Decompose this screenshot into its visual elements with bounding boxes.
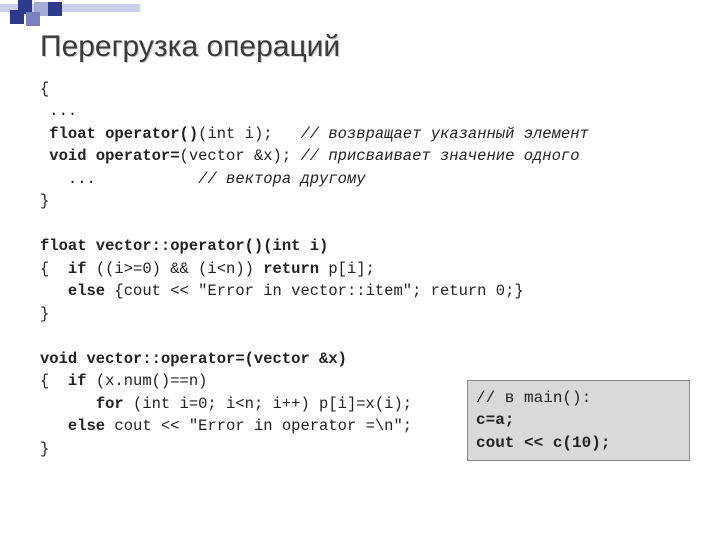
code-text: ... [40, 170, 198, 188]
code-bold: float vector::operator()(int i) [40, 237, 328, 255]
decorative-corner [0, 0, 200, 30]
code-bold: float operator() [40, 125, 198, 143]
code-keyword: else [68, 282, 105, 300]
code-text: (int i=0; i<n; i++) p[i]=x(i); [124, 395, 412, 413]
code-text: cout << "Error in operator =\n"; [105, 417, 412, 435]
code-text [40, 417, 68, 435]
code-comment: // вектора другому [198, 170, 365, 188]
code-keyword: else [68, 417, 105, 435]
code-text: ((i>=0) && (i<n)) [87, 260, 264, 278]
main-example-box: // в main(): c=a; cout << c(10); [467, 380, 690, 461]
code-comment: // возвращает указанный элемент [300, 125, 588, 143]
code-keyword: if [68, 372, 87, 390]
code-line: } [40, 192, 49, 210]
code-text: p[i]; [319, 260, 375, 278]
code-keyword: return [263, 260, 319, 278]
code-bold: void operator= [40, 147, 180, 165]
code-text [40, 282, 68, 300]
code-line: } [40, 440, 49, 458]
code-text: (int i); [198, 125, 300, 143]
code-text: { [40, 260, 68, 278]
code-line: ... [40, 102, 77, 120]
mainbox-bold: c=a; [476, 411, 514, 429]
code-text: (x.num()==n) [87, 372, 208, 390]
code-line: { [40, 80, 49, 98]
code-keyword: for [96, 395, 124, 413]
code-text [40, 395, 96, 413]
mainbox-comment: // в main(): [476, 389, 591, 407]
code-text: {cout << "Error in vector::item"; return… [105, 282, 524, 300]
code-text: { [40, 372, 68, 390]
code-comment: // присваивает значение одного [300, 147, 579, 165]
code-bold: void vector::operator=(vector &x) [40, 350, 347, 368]
code-text: (vector &x); [180, 147, 301, 165]
slide-title: Перегрузка операций [40, 30, 690, 64]
mainbox-bold: cout << c(10); [476, 434, 610, 452]
code-line: } [40, 305, 49, 323]
code-keyword: if [68, 260, 87, 278]
